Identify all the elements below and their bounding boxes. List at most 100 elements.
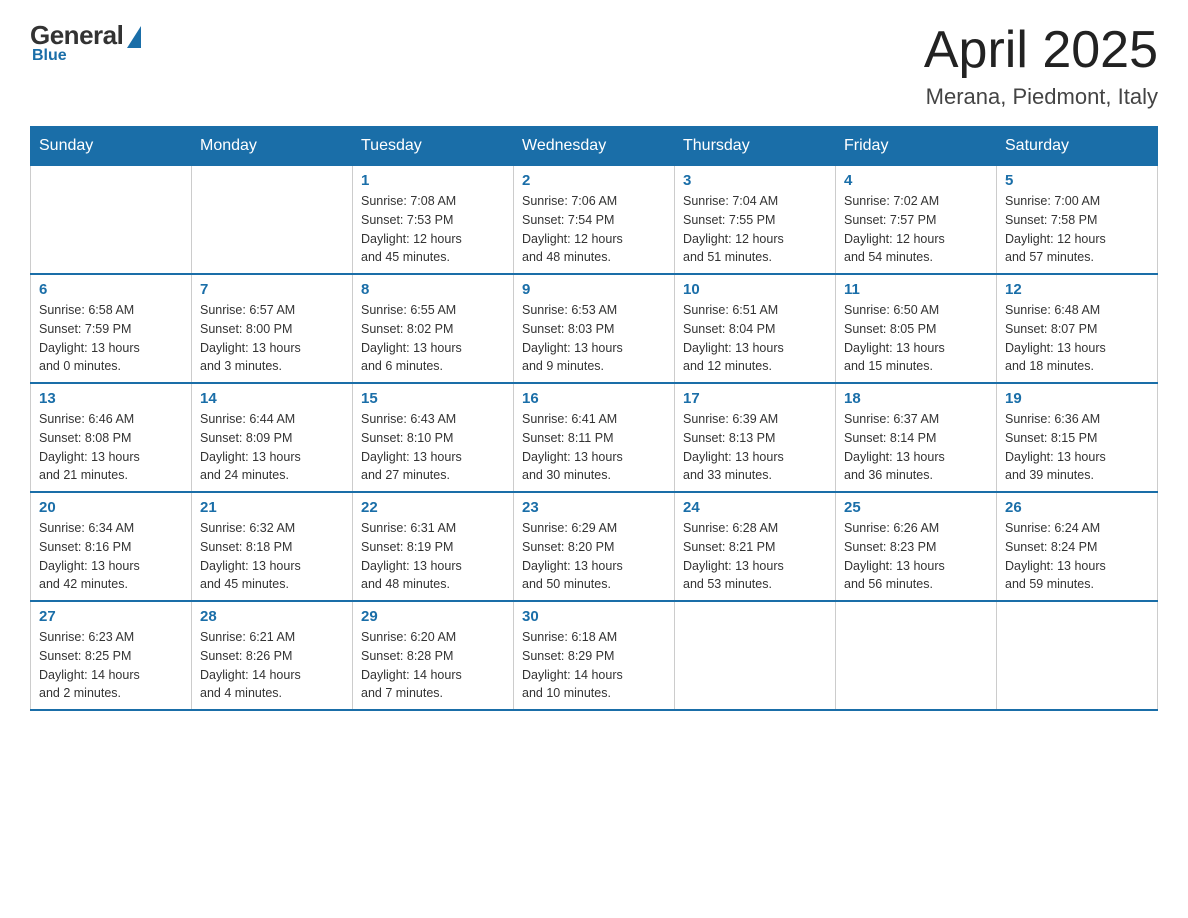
day-info: Sunrise: 6:34 AM Sunset: 8:16 PM Dayligh… — [39, 519, 183, 594]
calendar-cell: 1 Sunrise: 7:08 AM Sunset: 7:53 PM Daylig… — [353, 166, 514, 275]
week-row-1: 1 Sunrise: 7:08 AM Sunset: 7:53 PM Daylig… — [31, 166, 1158, 275]
day-number: 22 — [361, 499, 505, 516]
day-number: 14 — [200, 390, 344, 407]
day-info: Sunrise: 6:57 AM Sunset: 8:00 PM Dayligh… — [200, 301, 344, 376]
day-number: 16 — [522, 390, 666, 407]
calendar-title: April 2025 — [924, 20, 1158, 80]
calendar-cell: 5 Sunrise: 7:00 AM Sunset: 7:58 PM Daylig… — [997, 166, 1158, 275]
calendar-subtitle: Merana, Piedmont, Italy — [924, 84, 1158, 110]
days-of-week-row: SundayMondayTuesdayWednesdayThursdayFrid… — [31, 127, 1158, 166]
calendar-cell: 9 Sunrise: 6:53 AM Sunset: 8:03 PM Daylig… — [514, 274, 675, 383]
day-number: 12 — [1005, 281, 1149, 298]
calendar-cell: 28 Sunrise: 6:21 AM Sunset: 8:26 PM Dayli… — [192, 601, 353, 710]
calendar-cell: 20 Sunrise: 6:34 AM Sunset: 8:16 PM Dayli… — [31, 492, 192, 601]
day-number: 18 — [844, 390, 988, 407]
day-info: Sunrise: 6:24 AM Sunset: 8:24 PM Dayligh… — [1005, 519, 1149, 594]
day-info: Sunrise: 6:26 AM Sunset: 8:23 PM Dayligh… — [844, 519, 988, 594]
day-number: 3 — [683, 172, 827, 189]
day-info: Sunrise: 6:46 AM Sunset: 8:08 PM Dayligh… — [39, 410, 183, 485]
day-number: 27 — [39, 608, 183, 625]
calendar-cell: 11 Sunrise: 6:50 AM Sunset: 8:05 PM Dayli… — [836, 274, 997, 383]
calendar-cell: 29 Sunrise: 6:20 AM Sunset: 8:28 PM Dayli… — [353, 601, 514, 710]
logo-triangle-icon — [127, 26, 141, 48]
day-number: 10 — [683, 281, 827, 298]
day-number: 6 — [39, 281, 183, 298]
calendar-cell: 23Sunrise: 6:29 AM Sunset: 8:20 PM Dayli… — [514, 492, 675, 601]
day-info: Sunrise: 7:00 AM Sunset: 7:58 PM Dayligh… — [1005, 192, 1149, 267]
week-row-3: 13Sunrise: 6:46 AM Sunset: 8:08 PM Dayli… — [31, 383, 1158, 492]
day-info: Sunrise: 7:08 AM Sunset: 7:53 PM Dayligh… — [361, 192, 505, 267]
day-number: 11 — [844, 281, 988, 298]
day-info: Sunrise: 6:53 AM Sunset: 8:03 PM Dayligh… — [522, 301, 666, 376]
day-info: Sunrise: 6:51 AM Sunset: 8:04 PM Dayligh… — [683, 301, 827, 376]
day-info: Sunrise: 6:41 AM Sunset: 8:11 PM Dayligh… — [522, 410, 666, 485]
day-number: 19 — [1005, 390, 1149, 407]
day-of-week-saturday: Saturday — [997, 127, 1158, 166]
day-of-week-tuesday: Tuesday — [353, 127, 514, 166]
day-of-week-sunday: Sunday — [31, 127, 192, 166]
calendar-header: SundayMondayTuesdayWednesdayThursdayFrid… — [31, 127, 1158, 166]
calendar-cell: 3Sunrise: 7:04 AM Sunset: 7:55 PM Daylig… — [675, 166, 836, 275]
day-info: Sunrise: 6:43 AM Sunset: 8:10 PM Dayligh… — [361, 410, 505, 485]
week-row-5: 27Sunrise: 6:23 AM Sunset: 8:25 PM Dayli… — [31, 601, 1158, 710]
day-number: 2 — [522, 172, 666, 189]
calendar-cell: 10 Sunrise: 6:51 AM Sunset: 8:04 PM Dayli… — [675, 274, 836, 383]
calendar-table: SundayMondayTuesdayWednesdayThursdayFrid… — [30, 126, 1158, 711]
logo-blue-text: Blue — [32, 47, 67, 65]
title-area: April 2025 Merana, Piedmont, Italy — [924, 20, 1158, 110]
day-info: Sunrise: 6:20 AM Sunset: 8:28 PM Dayligh… — [361, 628, 505, 703]
calendar-body: 1 Sunrise: 7:08 AM Sunset: 7:53 PM Daylig… — [31, 166, 1158, 711]
calendar-cell — [192, 166, 353, 275]
day-info: Sunrise: 6:37 AM Sunset: 8:14 PM Dayligh… — [844, 410, 988, 485]
day-info: Sunrise: 6:44 AM Sunset: 8:09 PM Dayligh… — [200, 410, 344, 485]
calendar-cell: 24 Sunrise: 6:28 AM Sunset: 8:21 PM Dayli… — [675, 492, 836, 601]
calendar-cell: 18 Sunrise: 6:37 AM Sunset: 8:14 PM Dayli… — [836, 383, 997, 492]
day-number: 5 — [1005, 172, 1149, 189]
calendar-cell — [675, 601, 836, 710]
calendar-cell: 22 Sunrise: 6:31 AM Sunset: 8:19 PM Dayli… — [353, 492, 514, 601]
calendar-cell: 8 Sunrise: 6:55 AM Sunset: 8:02 PM Daylig… — [353, 274, 514, 383]
day-info: Sunrise: 6:55 AM Sunset: 8:02 PM Dayligh… — [361, 301, 505, 376]
calendar-cell: 12Sunrise: 6:48 AM Sunset: 8:07 PM Dayli… — [997, 274, 1158, 383]
day-info: Sunrise: 6:18 AM Sunset: 8:29 PM Dayligh… — [522, 628, 666, 703]
day-number: 24 — [683, 499, 827, 516]
day-info: Sunrise: 6:21 AM Sunset: 8:26 PM Dayligh… — [200, 628, 344, 703]
day-info: Sunrise: 6:28 AM Sunset: 8:21 PM Dayligh… — [683, 519, 827, 594]
day-number: 1 — [361, 172, 505, 189]
day-number: 20 — [39, 499, 183, 516]
day-number: 8 — [361, 281, 505, 298]
day-info: Sunrise: 6:32 AM Sunset: 8:18 PM Dayligh… — [200, 519, 344, 594]
day-number: 30 — [522, 608, 666, 625]
day-info: Sunrise: 6:58 AM Sunset: 7:59 PM Dayligh… — [39, 301, 183, 376]
day-of-week-wednesday: Wednesday — [514, 127, 675, 166]
day-number: 17 — [683, 390, 827, 407]
calendar-cell: 26 Sunrise: 6:24 AM Sunset: 8:24 PM Dayli… — [997, 492, 1158, 601]
calendar-cell — [31, 166, 192, 275]
day-of-week-monday: Monday — [192, 127, 353, 166]
day-info: Sunrise: 6:50 AM Sunset: 8:05 PM Dayligh… — [844, 301, 988, 376]
calendar-cell — [997, 601, 1158, 710]
calendar-cell: 4Sunrise: 7:02 AM Sunset: 7:57 PM Daylig… — [836, 166, 997, 275]
week-row-2: 6 Sunrise: 6:58 AM Sunset: 7:59 PM Daylig… — [31, 274, 1158, 383]
calendar-cell: 27Sunrise: 6:23 AM Sunset: 8:25 PM Dayli… — [31, 601, 192, 710]
logo: General Blue — [30, 20, 141, 65]
day-number: 15 — [361, 390, 505, 407]
calendar-cell: 17 Sunrise: 6:39 AM Sunset: 8:13 PM Dayli… — [675, 383, 836, 492]
day-number: 7 — [200, 281, 344, 298]
day-info: Sunrise: 6:29 AM Sunset: 8:20 PM Dayligh… — [522, 519, 666, 594]
day-number: 28 — [200, 608, 344, 625]
page-header: General Blue April 2025 Merana, Piedmont… — [30, 20, 1158, 110]
day-info: Sunrise: 6:39 AM Sunset: 8:13 PM Dayligh… — [683, 410, 827, 485]
calendar-cell: 30 Sunrise: 6:18 AM Sunset: 8:29 PM Dayli… — [514, 601, 675, 710]
calendar-cell: 15 Sunrise: 6:43 AM Sunset: 8:10 PM Dayli… — [353, 383, 514, 492]
day-info: Sunrise: 7:02 AM Sunset: 7:57 PM Dayligh… — [844, 192, 988, 267]
calendar-cell: 19 Sunrise: 6:36 AM Sunset: 8:15 PM Dayli… — [997, 383, 1158, 492]
day-number: 26 — [1005, 499, 1149, 516]
week-row-4: 20 Sunrise: 6:34 AM Sunset: 8:16 PM Dayli… — [31, 492, 1158, 601]
day-info: Sunrise: 6:36 AM Sunset: 8:15 PM Dayligh… — [1005, 410, 1149, 485]
day-info: Sunrise: 6:31 AM Sunset: 8:19 PM Dayligh… — [361, 519, 505, 594]
day-of-week-thursday: Thursday — [675, 127, 836, 166]
day-number: 29 — [361, 608, 505, 625]
day-number: 9 — [522, 281, 666, 298]
day-number: 21 — [200, 499, 344, 516]
